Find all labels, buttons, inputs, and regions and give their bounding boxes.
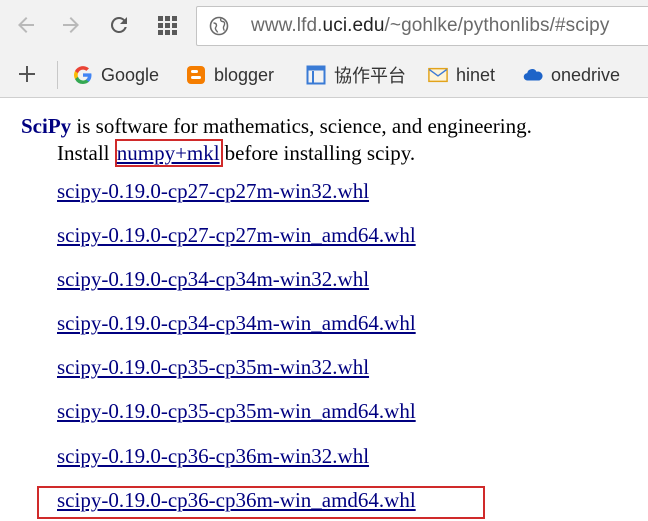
bookmark-onedrive[interactable]: onedrive [523,62,620,88]
address-bar[interactable]: www.lfd.uci.edu/~gohlke/pythonlibs/#scip… [196,6,648,46]
install-note: Install numpy+mkl before installing scipy… [57,139,416,167]
page-content: SciPy is software for mathematics, scien… [0,98,648,521]
bookmark-label: Google [101,64,160,85]
browser-toolbar: www.lfd.uci.edu/~gohlke/pythonlibs/#scip… [0,0,648,52]
url-host: uci.edu [322,15,385,36]
google-icon [73,65,93,85]
bookmark-blogger[interactable]: blogger [186,62,274,88]
bookmark-label: 協作平台 [334,66,406,86]
url-prefix: www.lfd. [251,15,323,36]
arrow-left-icon[interactable] [11,10,41,40]
intro-text: SciPy is software for mathematics, scien… [21,114,532,139]
blogger-icon [186,65,206,85]
download-link[interactable]: scipy-0.19.0-cp36-cp36m-win32.whl [57,444,369,469]
download-link[interactable]: scipy-0.19.0-cp27-cp27m-win_amd64.whl [57,223,416,248]
apps-grid-icon[interactable] [152,10,182,40]
bookmark-sites[interactable]: 協作平台 [306,62,406,88]
site-info-icon[interactable] [209,16,229,36]
download-link[interactable]: scipy-0.19.0-cp27-cp27m-win32.whl [57,179,369,204]
url-text[interactable]: www.lfd.uci.edu/~gohlke/pythonlibs/#scip… [251,15,609,37]
intro-description: is software for mathematics, science, an… [71,114,532,138]
arrow-right-icon[interactable] [56,10,86,40]
bookmarks-bar: Google blogger 協作平台 hinet onedrive [0,52,648,98]
bookmark-hinet[interactable]: hinet [428,62,495,88]
bookmark-label: hinet [456,64,496,85]
plus-icon[interactable] [16,63,38,85]
highlight-box [37,486,485,519]
bookmark-google[interactable]: Google [73,62,159,88]
download-link[interactable]: scipy-0.19.0-cp35-cp35m-win32.whl [57,355,369,380]
cloud-icon [523,65,543,85]
bookmarks-divider [57,61,58,89]
download-link[interactable]: scipy-0.19.0-cp34-cp34m-win_amd64.whl [57,311,416,336]
reload-icon[interactable] [104,10,134,40]
mail-icon [428,65,448,85]
numpy-mkl-link[interactable]: numpy+mkl [114,139,223,167]
bookmark-label: blogger [214,64,275,85]
install-suffix: before installing scipy. [224,141,416,165]
url-suffix: /~gohlke/pythonlibs/#scipy [384,15,610,36]
install-prefix: Install [57,141,115,165]
brand-name: SciPy [21,114,72,138]
bookmark-label: onedrive [551,64,621,85]
download-link[interactable]: scipy-0.19.0-cp35-cp35m-win_amd64.whl [57,399,416,424]
download-link[interactable]: scipy-0.19.0-cp34-cp34m-win32.whl [57,267,369,292]
sites-icon [306,65,326,85]
